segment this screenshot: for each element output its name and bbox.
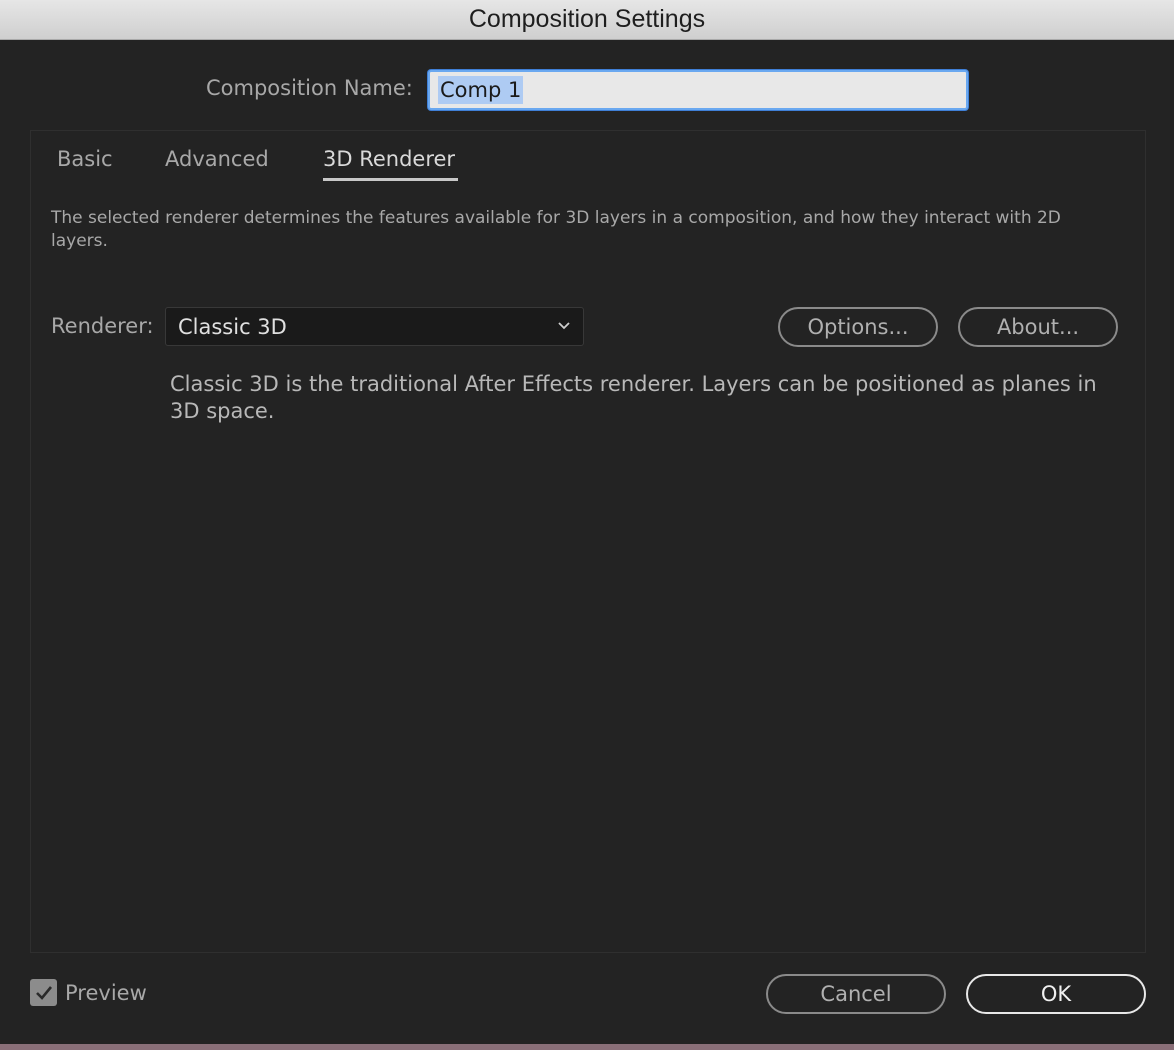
preview-label: Preview — [65, 980, 147, 1005]
renderer-selected-value: Classic 3D — [178, 314, 287, 339]
composition-name-input[interactable]: Comp 1 — [428, 70, 968, 110]
window-title: Composition Settings — [468, 5, 706, 33]
cancel-button[interactable]: Cancel — [766, 974, 946, 1014]
cancel-button-label: Cancel — [820, 982, 892, 1006]
about-button-label: About... — [996, 315, 1080, 339]
composition-name-row: Composition Name: Comp 1 — [0, 70, 1174, 110]
tab-3d-renderer[interactable]: 3D Renderer — [323, 147, 455, 171]
renderer-label: Renderer: — [51, 314, 154, 338]
settings-panel: Basic Advanced 3D Renderer The selected … — [30, 130, 1146, 953]
chevron-down-icon — [558, 322, 570, 330]
composition-settings-dialog: Composition Settings Composition Name: C… — [0, 0, 1174, 1044]
checkbox-box[interactable] — [30, 979, 57, 1006]
renderer-info-text: Classic 3D is the traditional After Effe… — [170, 372, 1097, 423]
title-bar: Composition Settings — [0, 0, 1174, 40]
preview-checkbox[interactable]: Preview — [30, 979, 147, 1006]
renderer-description: The selected renderer determines the fea… — [51, 208, 1061, 251]
options-button[interactable]: Options... — [778, 307, 938, 347]
composition-name-value[interactable]: Comp 1 — [438, 76, 524, 104]
renderer-dropdown[interactable]: Classic 3D — [165, 307, 584, 346]
tab-advanced[interactable]: Advanced — [165, 147, 269, 171]
tab-basic[interactable]: Basic — [57, 147, 113, 171]
ok-button-label: OK — [1040, 982, 1072, 1006]
composition-name-label: Composition Name: — [206, 76, 413, 100]
checkmark-icon — [35, 985, 52, 1000]
active-tab-indicator — [323, 178, 458, 181]
about-button[interactable]: About... — [958, 307, 1118, 347]
options-button-label: Options... — [807, 315, 909, 339]
ok-button[interactable]: OK — [966, 974, 1146, 1014]
